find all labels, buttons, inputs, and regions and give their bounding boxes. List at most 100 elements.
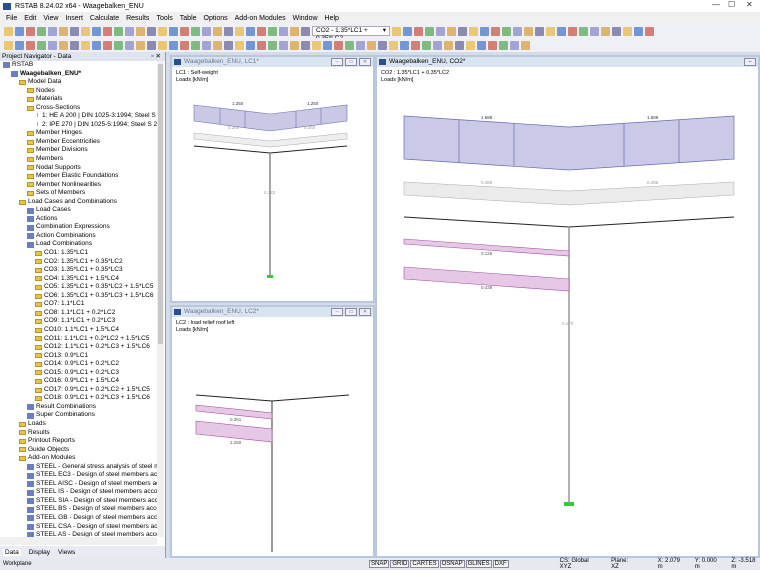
toolbar-button-icon[interactable] [488, 41, 497, 50]
tree-item[interactable]: CO18: 0.9*LC1 + 0.2*LC3 + 1.5*LC6 [0, 394, 157, 403]
model-graphic[interactable]: 0.361 1.250 [172, 317, 373, 557]
toolbar-button-icon[interactable] [257, 27, 266, 36]
toolbar-button-icon[interactable] [103, 27, 112, 36]
toolbar-button-icon[interactable] [345, 41, 354, 50]
tab-display[interactable]: Display [29, 549, 50, 556]
toolbar-button-icon[interactable] [590, 27, 599, 36]
toolbar-button-icon[interactable] [356, 41, 365, 50]
toolbar-button-icon[interactable] [290, 41, 299, 50]
status-toggle-snap[interactable]: SNAP [369, 560, 389, 568]
status-toggle-dxf[interactable]: DXF [493, 560, 509, 568]
tree-item[interactable]: Printout Reports [0, 437, 157, 446]
toolbar-button-icon[interactable] [59, 27, 68, 36]
toolbar-button-icon[interactable] [158, 27, 167, 36]
minimize-button[interactable]: — [712, 0, 720, 9]
toolbar-button-icon[interactable] [48, 27, 57, 36]
toolbar-button-icon[interactable] [213, 27, 222, 36]
toolbar-button-icon[interactable] [169, 41, 178, 50]
tree-item[interactable]: Member Nonlinearities [0, 181, 157, 190]
tree-item[interactable]: RSTAB [0, 61, 157, 70]
tree-item[interactable]: Member Divisions [0, 146, 157, 155]
minimize-button[interactable]: – [744, 58, 756, 66]
tree-item[interactable]: Load Cases and Combinations [0, 198, 157, 207]
tree-item[interactable]: CO13: 0.9*LC1 [0, 352, 157, 361]
vertical-scrollbar[interactable] [157, 61, 164, 537]
toolbar-button-icon[interactable] [125, 27, 134, 36]
menu-calculate[interactable]: Calculate [90, 15, 119, 22]
menu-table[interactable]: Table [180, 15, 197, 22]
toolbar-button-icon[interactable] [169, 27, 178, 36]
tree-item[interactable]: Model Data [0, 78, 157, 87]
menu-view[interactable]: View [43, 15, 58, 22]
toolbar-button-icon[interactable] [425, 27, 434, 36]
toolbar-button-icon[interactable] [323, 41, 332, 50]
toolbar-button-icon[interactable] [147, 27, 156, 36]
toolbar-button-icon[interactable] [180, 27, 189, 36]
status-toggle-osnap[interactable]: OSNAP [440, 560, 465, 568]
toolbar-button-icon[interactable] [158, 41, 167, 50]
toolbar-button-icon[interactable] [268, 27, 277, 36]
toolbar-button-icon[interactable] [645, 27, 654, 36]
tree-item[interactable]: CO3: 1.35*LC1 + 0.35*LC3 [0, 266, 157, 275]
tree-item[interactable]: Waagebalken_ENU* [0, 70, 157, 79]
close-button[interactable]: ✕ [359, 58, 371, 66]
toolbar-button-icon[interactable] [403, 27, 412, 36]
model-graphic[interactable]: 1.688 1.688 0.486 0.486 0.126 0.438 0.17… [377, 67, 758, 557]
tree-item[interactable]: CO16: 0.9*LC1 + 1.5*LC4 [0, 377, 157, 386]
tree-item[interactable]: Materials [0, 95, 157, 104]
close-button[interactable]: ✕ [359, 308, 371, 316]
toolbar-button-icon[interactable] [202, 27, 211, 36]
tree-item[interactable]: CO14: 0.9*LC1 + 0.2*LC2 [0, 360, 157, 369]
tree-item[interactable]: CO10: 1.1*LC1 + 1.5*LC4 [0, 326, 157, 335]
menu-options[interactable]: Options [204, 15, 228, 22]
toolbar-button-icon[interactable] [235, 41, 244, 50]
status-toggle-glines[interactable]: GLINES [466, 560, 492, 568]
toolbar-button-icon[interactable] [447, 27, 456, 36]
toolbar-button-icon[interactable] [436, 27, 445, 36]
toolbar-button-icon[interactable] [546, 27, 555, 36]
menu-tools[interactable]: Tools [156, 15, 172, 22]
toolbar-button-icon[interactable] [92, 27, 101, 36]
toolbar-button-icon[interactable] [246, 41, 255, 50]
toolbar-button-icon[interactable] [59, 41, 68, 50]
tree-item[interactable]: Member Eccentricities [0, 138, 157, 147]
tab-data[interactable]: Data [3, 549, 21, 556]
model-graphic[interactable]: 1.250 1.250 0.360 0.360 0.122 [172, 67, 373, 303]
tree-item[interactable]: STEEL SIA - Design of steel members acco… [0, 497, 157, 506]
toolbar-button-icon[interactable] [15, 27, 24, 36]
menu-add-on-modules[interactable]: Add-on Modules [235, 15, 286, 22]
status-toggle-cartes[interactable]: CARTES [410, 560, 438, 568]
toolbar-button-icon[interactable] [499, 41, 508, 50]
toolbar-button-icon[interactable] [191, 41, 200, 50]
tree-item[interactable]: STEEL IS - Design of steel members accor… [0, 488, 157, 497]
toolbar-button-icon[interactable] [466, 41, 475, 50]
toolbar-button-icon[interactable] [136, 27, 145, 36]
tree-item[interactable]: Add-on Modules [0, 454, 157, 463]
menu-insert[interactable]: Insert [65, 15, 83, 22]
tree-item[interactable]: Guide Objects [0, 446, 157, 455]
tree-item[interactable]: Nodes [0, 87, 157, 96]
status-toggle-grid[interactable]: GRID [390, 560, 409, 568]
menu-results[interactable]: Results [126, 15, 149, 22]
toolbar-button-icon[interactable] [334, 41, 343, 50]
toolbar-button-icon[interactable] [301, 41, 310, 50]
toolbar-button-icon[interactable] [257, 41, 266, 50]
toolbar-button-icon[interactable] [103, 41, 112, 50]
toolbar-button-icon[interactable] [246, 27, 255, 36]
toolbar-button-icon[interactable] [568, 27, 577, 36]
toolbar-button-icon[interactable] [422, 41, 431, 50]
toolbar-button-icon[interactable] [623, 27, 632, 36]
toolbar-button-icon[interactable] [411, 41, 420, 50]
toolbar-button-icon[interactable] [392, 27, 401, 36]
window-co2[interactable]: Waagebalken_ENU, CO2* – CO2 : 1.35*LC1 +… [375, 55, 760, 558]
toolbar-button-icon[interactable] [491, 27, 500, 36]
tree-item[interactable]: Super Combinations [0, 411, 157, 420]
load-case-combo[interactable]: CO2 - 1.35*LC1 + 0.35*LC2▾ [312, 26, 390, 36]
toolbar-button-icon[interactable] [70, 27, 79, 36]
toolbar-button-icon[interactable] [469, 27, 478, 36]
tree-item[interactable]: Actions [0, 215, 157, 224]
toolbar-button-icon[interactable] [235, 27, 244, 36]
toolbar-button-icon[interactable] [367, 41, 376, 50]
minimize-button[interactable]: – [331, 308, 343, 316]
restore-button[interactable]: ▭ [345, 58, 357, 66]
